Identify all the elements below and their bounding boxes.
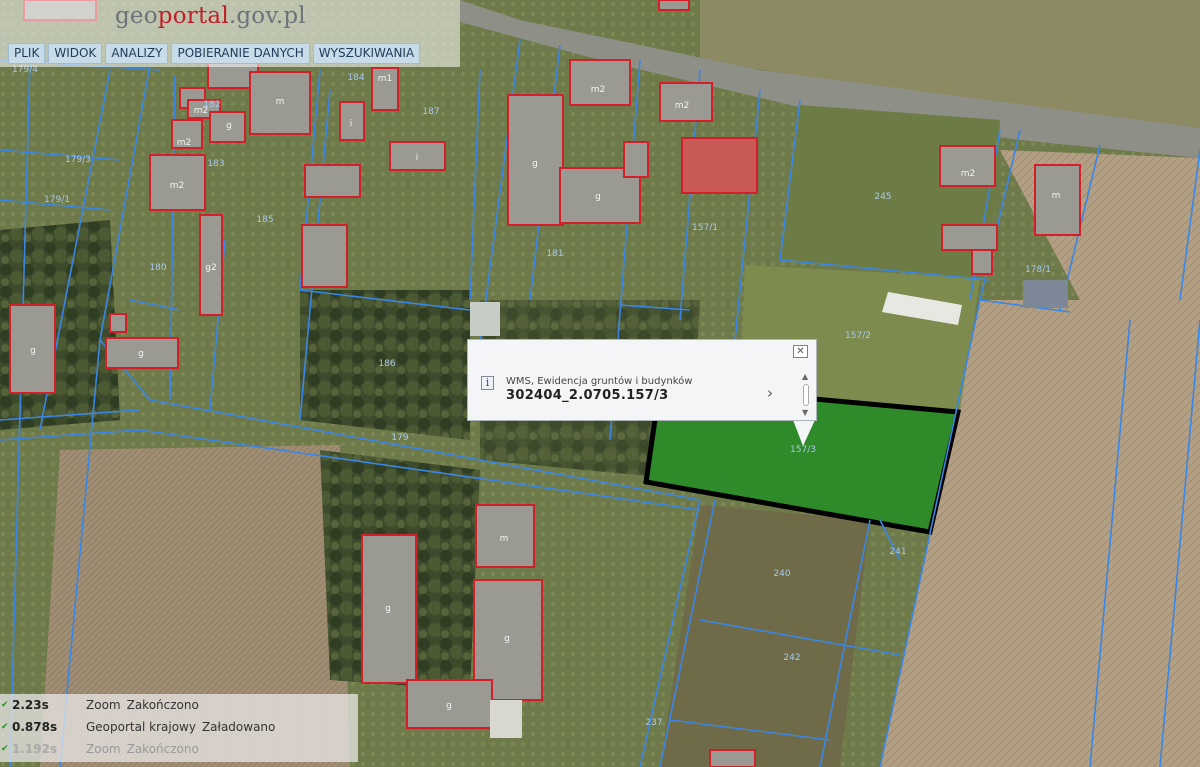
- scroll-up-icon[interactable]: ▲: [802, 372, 808, 381]
- building-label: g2: [205, 263, 216, 273]
- info-icon: i: [481, 376, 494, 390]
- parcel-label: 241: [889, 547, 906, 557]
- check-icon: ✔: [1, 722, 9, 732]
- parcel-label: 179/3: [65, 155, 91, 165]
- building-label: g: [30, 346, 36, 356]
- building-label: i: [416, 153, 419, 163]
- log-time: 2.23s: [12, 698, 49, 712]
- building-label: m2: [170, 181, 185, 191]
- parcel-label: 157/1: [692, 223, 718, 233]
- building-label: m2: [675, 101, 690, 111]
- top-bar: geoportal.gov.pl PLIK WIDOK ANALIZY POBI…: [0, 0, 460, 67]
- parcel-label: 157/3: [790, 445, 816, 455]
- building-label: m2: [961, 169, 976, 179]
- building-label: m1: [378, 74, 393, 84]
- logo-part-portal: portal: [157, 3, 229, 29]
- chevron-right-icon[interactable]: ›: [767, 384, 773, 402]
- shed-roof-3: [490, 700, 522, 738]
- log-row: ✔ 0.878s Geoportal krajowy Załadowano: [0, 716, 358, 738]
- building-label: g: [595, 192, 601, 202]
- parcel-label: 245: [874, 192, 891, 202]
- building-label: g: [226, 121, 232, 131]
- menu-item-pobieranie-danych[interactable]: POBIERANIE DANYCH: [171, 43, 310, 64]
- building-label: g: [446, 701, 452, 711]
- parcel-label: 186: [378, 359, 395, 369]
- popup-parcel-id[interactable]: 302404_2.0705.157/3: [506, 388, 669, 403]
- parcel-label: 237: [645, 718, 662, 728]
- building-label: m2: [177, 138, 192, 148]
- parcel-label: 185: [256, 215, 273, 225]
- building-label: g: [532, 159, 538, 169]
- building-label: i: [350, 119, 353, 129]
- menu-item-widok[interactable]: WIDOK: [48, 43, 103, 64]
- check-icon: ✔: [1, 744, 9, 754]
- log-status: Zakończono: [126, 698, 199, 712]
- scroll-thumb[interactable]: [803, 384, 809, 406]
- shed-roof-2: [470, 302, 500, 336]
- building-label: g: [385, 604, 391, 614]
- parcel-label: 179: [391, 433, 408, 443]
- parcel-label: 179/1: [44, 195, 70, 205]
- menu-item-analizy[interactable]: ANALIZY: [105, 43, 169, 64]
- close-icon[interactable]: ✕: [793, 345, 808, 358]
- building-label: m: [276, 97, 285, 107]
- parcel-label: 240: [773, 569, 790, 579]
- log-message: Zoom: [86, 698, 121, 712]
- log-row: ✔ 1.192s Zoom Zakończono: [0, 738, 358, 760]
- logo-part-domain: .gov.pl: [228, 3, 306, 29]
- popup-tail: [793, 420, 815, 446]
- building-label: m2: [194, 106, 209, 116]
- geoportal-logo[interactable]: geoportal.gov.pl: [115, 3, 306, 37]
- check-icon: ✔: [1, 700, 9, 710]
- log-message: Geoportal krajowy: [86, 720, 196, 734]
- menu-item-plik[interactable]: PLIK: [8, 43, 46, 64]
- scroll-down-icon[interactable]: ▼: [802, 408, 808, 417]
- building-label: g: [138, 349, 144, 359]
- log-time: 1.192s: [12, 742, 58, 756]
- parcel-label: 181: [546, 249, 563, 259]
- building-label: m: [1052, 191, 1061, 201]
- main-menu: PLIK WIDOK ANALIZY POBIERANIE DANYCH WYS…: [8, 43, 421, 64]
- popup-layer-name: WMS, Ewidencja gruntów i budynków: [506, 376, 693, 387]
- building-label: m: [500, 534, 509, 544]
- logo-part-geo: geo: [115, 3, 158, 29]
- menu-item-wyszukiwania[interactable]: WYSZUKIWANIA: [312, 43, 421, 64]
- parcel-label: 178/1: [1025, 265, 1051, 275]
- log-message: Zoom: [86, 742, 121, 756]
- building-label: m2: [591, 85, 606, 95]
- parcel-label: 180: [149, 263, 166, 273]
- parcel-label: 187: [422, 107, 439, 117]
- building-label: g: [504, 634, 510, 644]
- parcel-label: 183: [207, 159, 224, 169]
- log-status: Zakończono: [126, 742, 199, 756]
- parcel-label: 184: [347, 73, 364, 83]
- log-row: ✔ 2.23s Zoom Zakończono: [0, 694, 358, 716]
- log-time: 0.878s: [12, 720, 58, 734]
- parcel-label: 242: [783, 653, 800, 663]
- status-log: ✔ 2.23s Zoom Zakończono ✔ 0.878s Geoport…: [0, 694, 358, 762]
- feature-info-popup: ✕ i WMS, Ewidencja gruntów i budynków 30…: [467, 339, 817, 421]
- parcel-label: 157/2: [845, 331, 871, 341]
- popup-scrollbar[interactable]: ▲ ▼: [802, 372, 811, 418]
- shed-roof: [1023, 280, 1068, 308]
- log-status: Załadowano: [201, 720, 276, 734]
